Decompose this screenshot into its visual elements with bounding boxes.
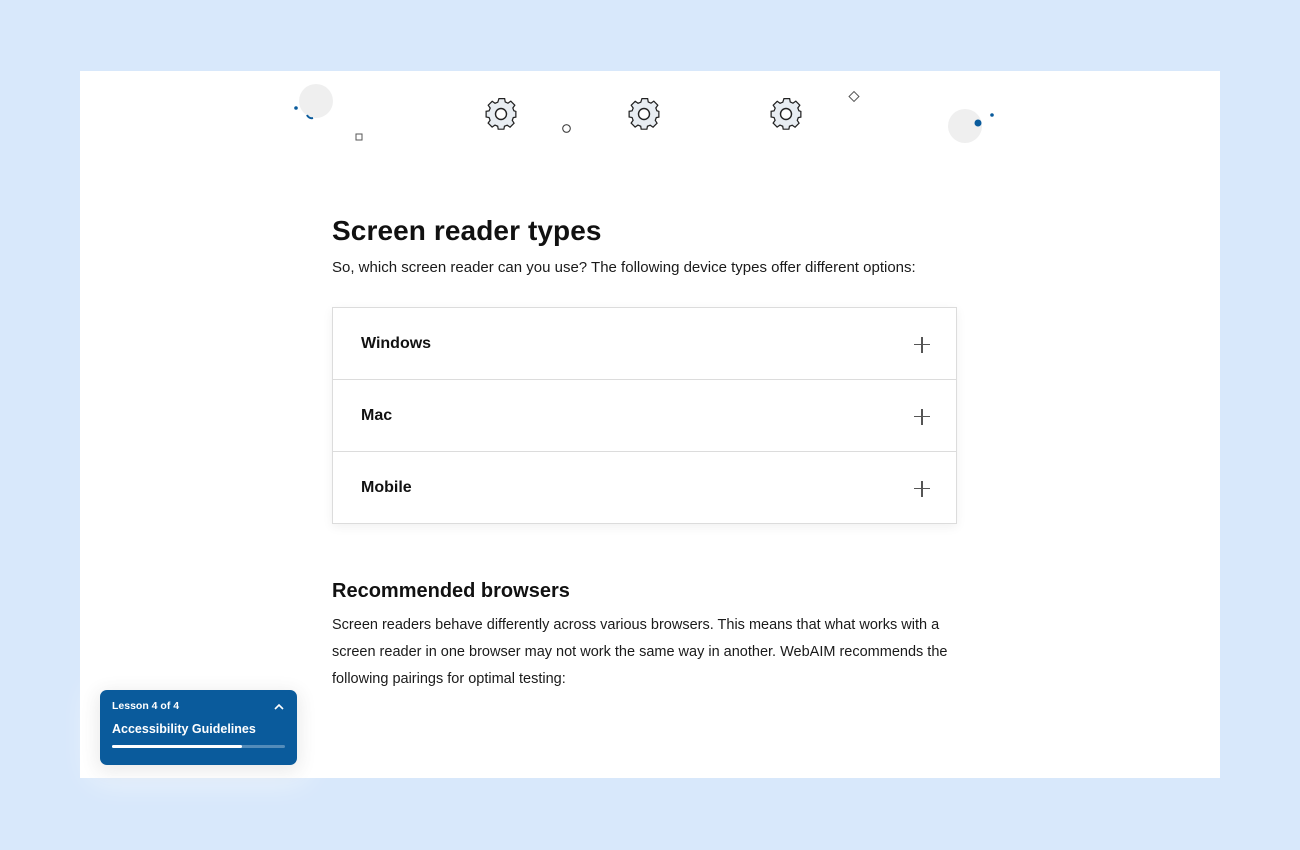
accordion-item-windows[interactable]: Windows — [333, 308, 956, 380]
lesson-counter: Lesson 4 of 4 — [112, 700, 180, 712]
accordion-item-label: Mac — [361, 406, 393, 424]
lesson-card-header: Lesson 4 of 4 — [112, 700, 285, 712]
accordion-item-label: Windows — [361, 334, 432, 352]
body-paragraph: Screen readers behave differently across… — [332, 617, 948, 687]
decor-diamond — [848, 90, 860, 103]
plus-icon[interactable] — [914, 480, 930, 497]
lesson-progress-card[interactable]: Lesson 4 of 4 Accessibility Guidelines — [100, 690, 297, 765]
gear-icon — [770, 97, 802, 130]
intro-text: So, which screen reader can you use? The… — [332, 259, 916, 276]
accordion-item-mac[interactable]: Mac — [333, 380, 956, 452]
plus-icon[interactable] — [914, 408, 930, 425]
section-heading: Screen reader types — [332, 215, 602, 246]
lesson-progress-bar — [112, 745, 285, 748]
decor-dot — [294, 106, 298, 110]
lesson-progress-fill — [112, 745, 242, 748]
gear-icon — [485, 97, 517, 130]
decor-circle — [299, 84, 333, 118]
lesson-title: Accessibility Guidelines — [112, 722, 256, 736]
decor-dot — [990, 113, 994, 117]
accordion-item-label: Mobile — [361, 478, 412, 496]
device-accordion: Windows Mac Mobile — [332, 307, 957, 524]
plus-icon[interactable] — [914, 336, 930, 353]
lesson-page: Screen reader types So, which screen rea… — [80, 71, 1220, 778]
accordion-item-mobile[interactable]: Mobile — [333, 452, 956, 523]
decor-square — [355, 133, 363, 141]
gear-icon — [628, 97, 660, 130]
chevron-up-icon[interactable] — [273, 700, 285, 712]
decor-ring — [562, 124, 571, 133]
decorative-header — [294, 84, 994, 143]
decor-dot — [974, 119, 982, 127]
subsection-heading: Recommended browsers — [332, 580, 570, 602]
